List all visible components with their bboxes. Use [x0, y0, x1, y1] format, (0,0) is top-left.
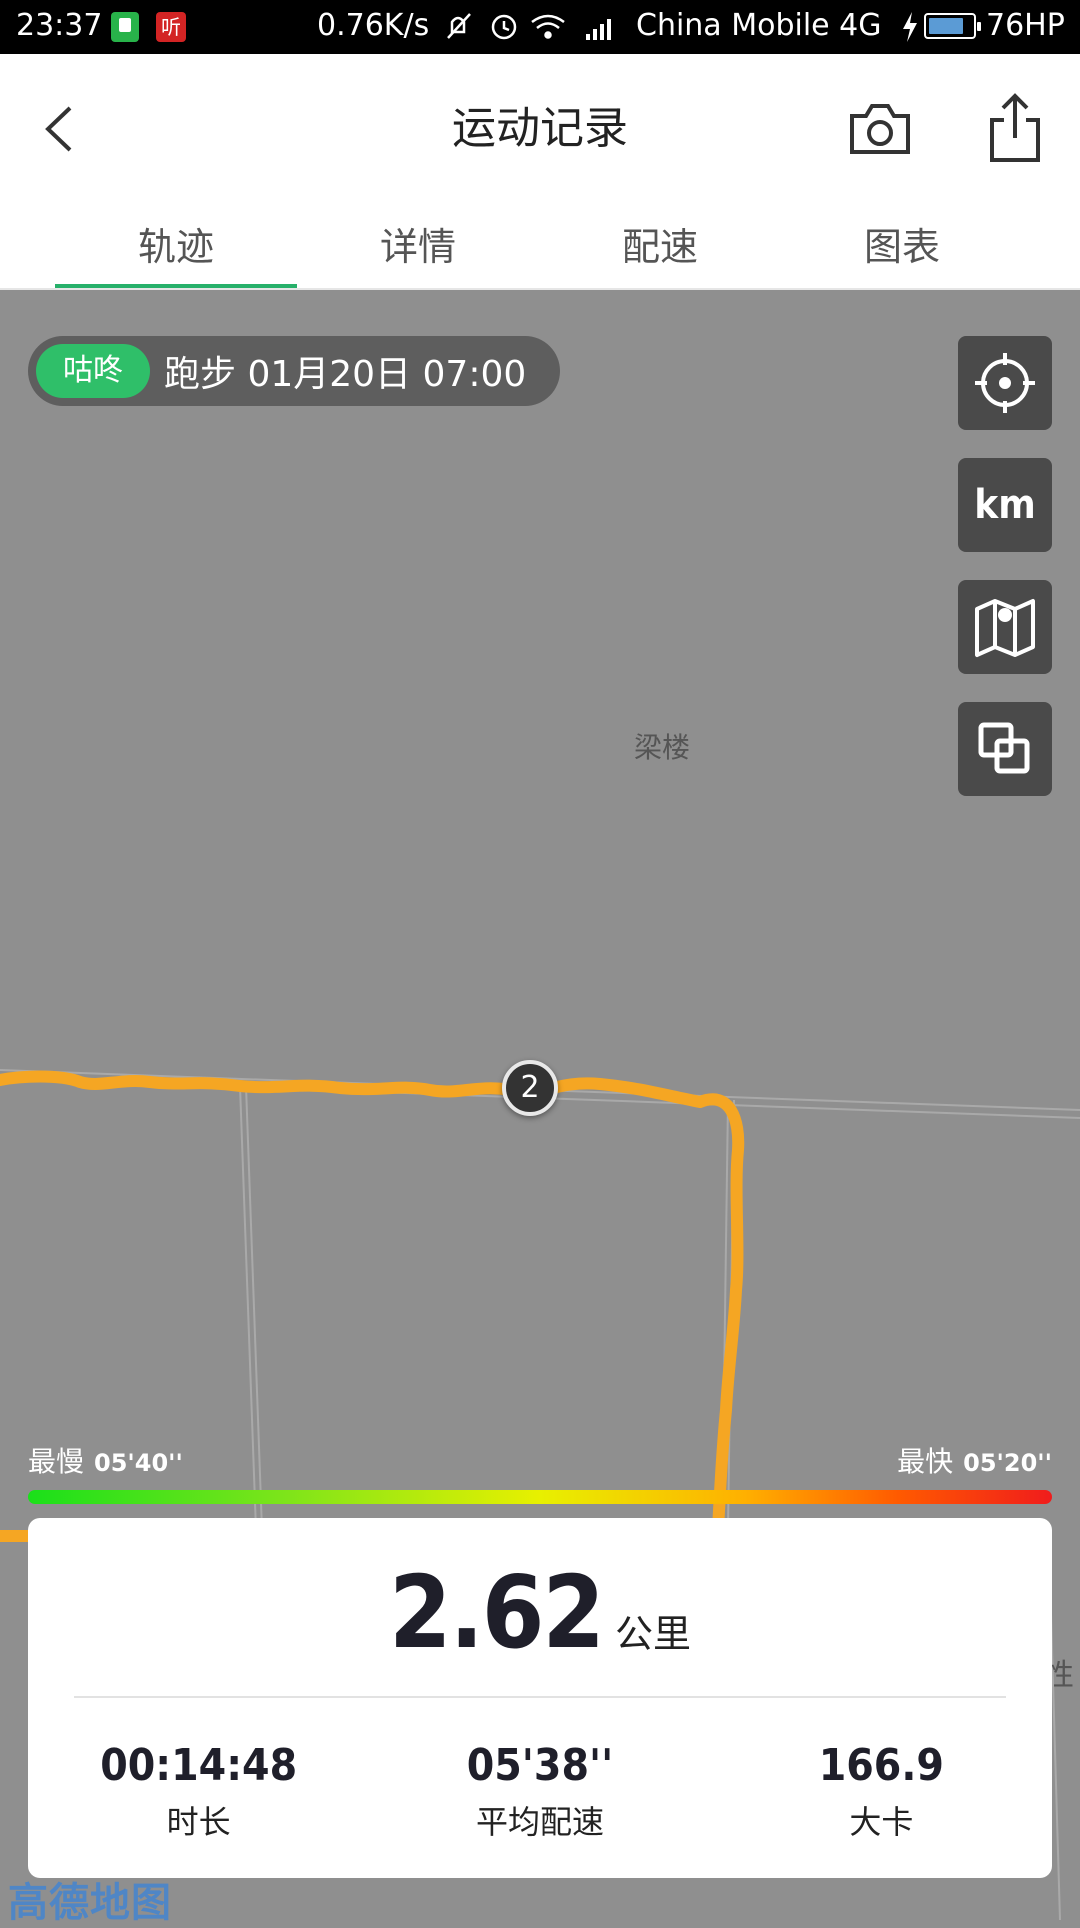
stat-value: 05'38'' — [466, 1740, 614, 1791]
pace-fastest-value: 05'20'' — [963, 1449, 1052, 1477]
pace-slowest-value: 05'40'' — [94, 1449, 183, 1477]
summary-card: 2.62 公里 00:14:48 时长 05'38'' 平均配速 166.9 大卡 — [28, 1518, 1052, 1878]
locate-icon — [975, 353, 1035, 413]
page-title: 运动记录 — [452, 103, 628, 154]
unit-label: km — [974, 482, 1036, 528]
stat-value: 00:14:48 — [100, 1740, 298, 1791]
stat-calories: 166.9 大卡 — [711, 1740, 1052, 1843]
layers-button[interactable] — [958, 702, 1052, 796]
distance-display: 2.62 公里 — [28, 1554, 1052, 1671]
tab-bar: 轨迹 详情 配速 图表 — [0, 204, 1080, 290]
tab-track[interactable]: 轨迹 — [55, 204, 297, 290]
vibrate-off-icon — [447, 13, 471, 39]
pace-slowest-label: 最慢 — [28, 1445, 85, 1478]
share-icon — [990, 93, 1040, 162]
signal-icon — [586, 19, 611, 40]
status-time: 23:37 — [16, 8, 103, 43]
alarm-icon — [491, 14, 517, 40]
stat-label: 大卡 — [849, 1803, 914, 1841]
tab-charts[interactable]: 图表 — [781, 204, 1023, 290]
pace-fastest-label: 最快 — [897, 1445, 954, 1478]
layers-icon — [978, 722, 1030, 774]
wifi-icon — [531, 14, 565, 39]
stat-duration: 00:14:48 时长 — [28, 1740, 369, 1843]
carrier-name: China Mobile 4G — [636, 8, 882, 43]
network-speed: 0.76K/s — [317, 8, 430, 43]
status-bar: 23:37 听 0.76K/s China Mobile 4G 76HP — [0, 0, 1080, 54]
stat-value: 166.9 — [818, 1740, 944, 1791]
tab-pace[interactable]: 配速 — [539, 204, 781, 290]
map-type-button[interactable] — [958, 580, 1052, 674]
map-place-label: 梁楼 — [634, 731, 691, 764]
app-header: 运动记录 轨迹 详情 配速 图表 — [0, 54, 1080, 290]
status-icons — [447, 13, 611, 40]
distance-unit: 公里 — [614, 1612, 691, 1656]
unit-toggle-button[interactable]: km — [958, 458, 1052, 552]
km-marker[interactable]: 2 — [502, 1060, 558, 1116]
charging-icon — [903, 12, 917, 42]
app-badge: 咕咚 — [36, 344, 150, 398]
stat-label: 时长 — [166, 1803, 231, 1841]
record-summary: 跑步 01月20日 07:00 — [164, 354, 527, 395]
pace-fastest: 最快 05'20'' — [897, 1440, 1052, 1480]
distance-value: 2.62 — [389, 1554, 605, 1671]
share-button[interactable] — [988, 90, 1042, 164]
battery-icon — [924, 13, 981, 39]
pace-gradient-bar — [28, 1490, 1052, 1504]
stat-avg-pace: 05'38'' 平均配速 — [369, 1740, 710, 1843]
listen-app-icon: 听 — [156, 12, 186, 42]
camera-button[interactable] — [848, 94, 912, 164]
locate-button[interactable] — [958, 336, 1052, 430]
record-info-pill: 咕咚 跑步 01月20日 07:00 — [28, 336, 560, 406]
map-fold-icon — [975, 599, 1035, 657]
map-provider-logo: 高德地图 — [8, 1880, 172, 1926]
camera-icon — [850, 104, 910, 154]
pace-slowest: 最慢 05'40'' — [28, 1440, 183, 1480]
card-divider — [74, 1696, 1006, 1698]
battery-level: 76HP — [986, 8, 1065, 43]
sim-app-icon — [111, 12, 139, 42]
tab-details[interactable]: 详情 — [297, 204, 539, 290]
stat-label: 平均配速 — [475, 1803, 604, 1841]
route-track — [0, 1070, 745, 1596]
stats-row: 00:14:48 时长 05'38'' 平均配速 166.9 大卡 — [28, 1740, 1052, 1843]
